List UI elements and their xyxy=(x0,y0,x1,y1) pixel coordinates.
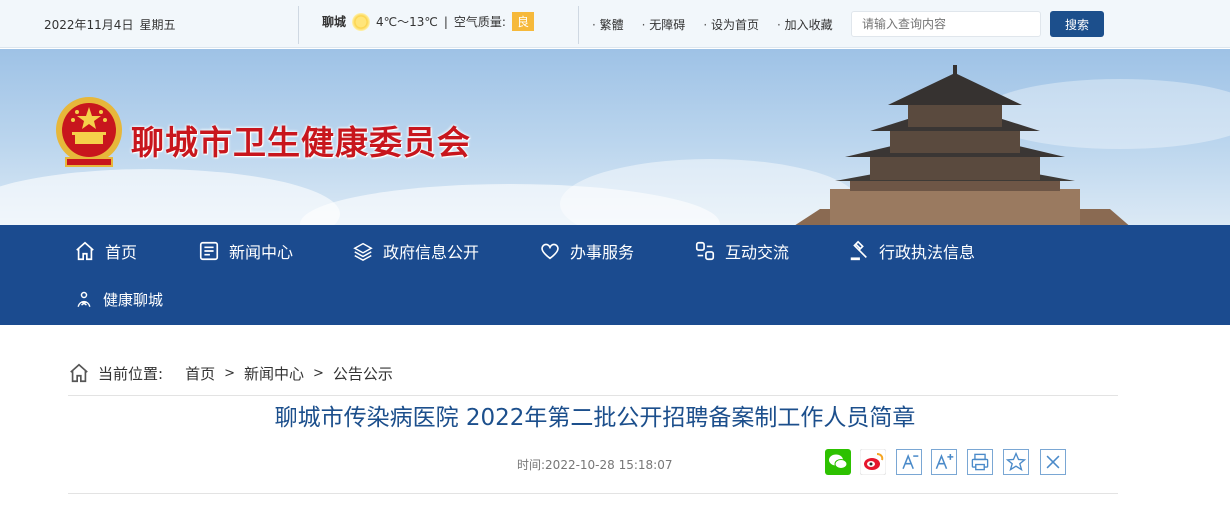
search-button[interactable]: 搜索 xyxy=(1050,11,1104,37)
city-label: 聊城 xyxy=(322,15,347,29)
nav-item-healthy-liaocheng[interactable]: 健康聊城 xyxy=(74,289,163,310)
home-icon xyxy=(70,363,88,383)
air-quality-badge: 良 xyxy=(511,12,534,31)
nav-item-gov-info[interactable]: 政府信息公开 xyxy=(352,239,479,263)
top-links: 繁體 无障碍 设为首页 加入收藏 xyxy=(592,16,833,33)
weather-divider: | xyxy=(443,14,448,29)
weibo-icon xyxy=(860,449,886,475)
top-bar: 2022年11月4日星期五 聊城 4℃～13℃ | 空气质量: 良 繁體 无障碍… xyxy=(0,0,1230,48)
font-decrease-button[interactable] xyxy=(896,449,922,475)
layers-icon xyxy=(353,242,373,262)
city-gate-tower-image xyxy=(795,65,1129,225)
national-emblem-icon xyxy=(56,97,122,167)
star-icon xyxy=(1005,451,1027,472)
nav-label: 行政执法信息 xyxy=(879,243,976,262)
nav-label: 政府信息公开 xyxy=(383,243,480,262)
favorite-button[interactable] xyxy=(1003,449,1029,475)
article-title: 聊城市传染病医院 2022年第二批公开招聘备案制工作人员简章 xyxy=(274,405,916,431)
weather-widget: 聊城 4℃～13℃ | 空气质量: 良 xyxy=(322,12,534,31)
temperature-text: 4℃～13℃ xyxy=(376,15,438,29)
printer-icon xyxy=(971,453,989,471)
weibo-share-button[interactable] xyxy=(860,449,886,475)
header-banner: 聊城市卫生健康委员会 xyxy=(0,49,1230,225)
breadcrumb: 当前位置: 首页 > 新闻中心 > 公告公示 xyxy=(68,362,393,384)
divider xyxy=(68,493,1118,494)
traditional-chinese-link[interactable]: 繁體 xyxy=(592,16,624,33)
air-quality-label: 空气质量: xyxy=(453,15,506,29)
nav-item-services[interactable]: 办事服务 xyxy=(539,239,634,263)
health-icon xyxy=(77,291,91,307)
main-nav: 首页 新闻中心 政府信息公开 办事服务 互动交流 行政执法信息 健康聊城 xyxy=(0,225,1230,325)
wechat-icon xyxy=(825,449,851,475)
add-favorites-link[interactable]: 加入收藏 xyxy=(777,16,833,33)
breadcrumb-label: 当前位置: xyxy=(98,364,164,383)
divider xyxy=(578,6,579,44)
accessibility-link[interactable]: 无障碍 xyxy=(642,16,685,33)
set-homepage-link[interactable]: 设为首页 xyxy=(703,16,759,33)
print-button[interactable] xyxy=(967,449,993,475)
breadcrumb-separator: > xyxy=(313,365,324,381)
nav-item-home[interactable]: 首页 xyxy=(74,239,137,263)
current-date: 2022年11月4日 星期五 xyxy=(44,16,175,33)
close-button[interactable] xyxy=(1040,449,1066,475)
gavel-icon xyxy=(850,240,867,261)
cloud-shape xyxy=(0,169,340,225)
newspaper-icon xyxy=(199,241,219,261)
font-size-decrease-icon xyxy=(902,454,919,470)
nav-label: 健康聊城 xyxy=(103,291,164,309)
breadcrumb-item-notice[interactable]: 公告公示 xyxy=(333,363,393,384)
breadcrumb-separator: > xyxy=(224,365,235,381)
nav-item-interaction[interactable]: 互动交流 xyxy=(694,239,789,263)
close-icon xyxy=(1046,455,1060,469)
nav-label: 办事服务 xyxy=(570,243,635,262)
site-title: 聊城市卫生健康委员会 xyxy=(131,123,471,162)
breadcrumb-item-news[interactable]: 新闻中心 xyxy=(244,363,304,384)
nav-label: 首页 xyxy=(105,243,138,262)
font-increase-button[interactable] xyxy=(931,449,957,475)
nav-item-law-enforcement[interactable]: 行政执法信息 xyxy=(848,239,975,263)
breadcrumb-item-home[interactable]: 首页 xyxy=(185,363,215,384)
weekday-text: 星期五 xyxy=(139,18,176,32)
nav-item-news[interactable]: 新闻中心 xyxy=(198,239,293,263)
divider xyxy=(298,6,299,44)
search-input[interactable] xyxy=(851,11,1041,37)
heart-icon xyxy=(541,243,559,260)
wechat-share-button[interactable] xyxy=(825,449,851,475)
date-text: 2022年11月4日 xyxy=(44,18,134,32)
nav-label: 互动交流 xyxy=(725,243,790,262)
sun-icon xyxy=(352,12,371,31)
article-time: 时间:2022-10-28 15:18:07 xyxy=(517,458,673,472)
home-icon xyxy=(76,241,94,261)
font-size-increase-icon xyxy=(935,453,954,470)
interaction-icon xyxy=(695,241,715,261)
divider xyxy=(68,395,1118,396)
nav-label: 新闻中心 xyxy=(229,243,294,262)
